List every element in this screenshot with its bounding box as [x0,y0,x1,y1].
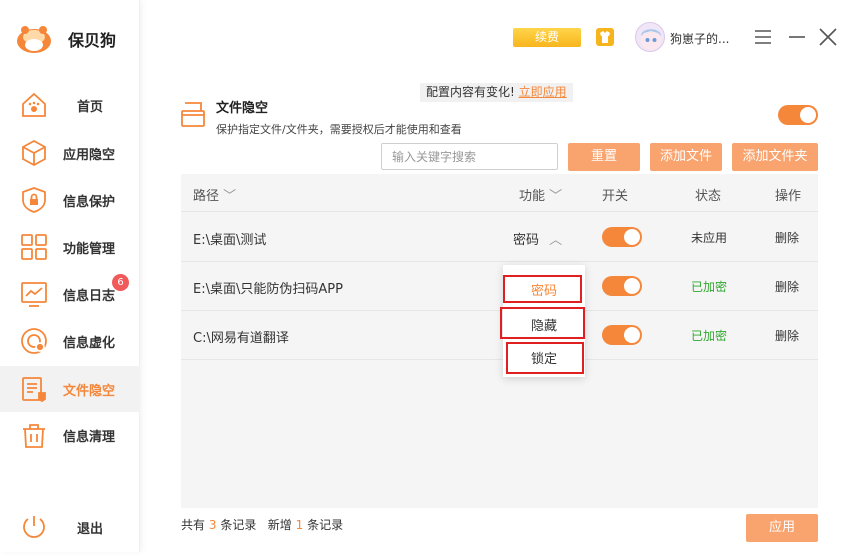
sidebar-item-app-hide[interactable]: 应用隐空 [0,130,140,176]
function-select[interactable]: 密码 ︿ [513,229,562,248]
paw-house-icon [22,92,46,117]
app-logo: 保贝狗 [16,24,116,54]
row-switch[interactable] [602,227,642,247]
header-function-label: 功能 [519,189,546,204]
folder-stack-icon [181,102,205,127]
new-suffix: 条记录 [307,518,344,532]
status-label: 未应用 [691,231,728,245]
header-function[interactable]: 功能 ﹀ [519,185,562,204]
app-name: 保贝狗 [68,31,117,50]
sidebar-item-home[interactable]: 首页 [0,82,140,128]
minimize-icon[interactable] [787,28,807,46]
sidebar-item-info-blur[interactable]: 信息虚化 [0,318,140,364]
header-status: 状态 [695,189,722,204]
status-label: 已加密 [691,329,728,343]
sidebar-item-file-hide[interactable]: 文件隐空 [0,366,140,412]
shield-lock-icon [22,187,46,213]
row-path: C:\网易有道翻译 [193,331,289,346]
total-count: 3 [208,518,217,532]
chevron-down-icon: ﹀ [223,189,237,204]
row-switch[interactable] [602,325,642,345]
power-icon [23,516,45,538]
row-switch[interactable] [602,276,642,296]
sidebar-item-label: 信息虚化 [63,336,116,351]
logout-label: 退出 [77,522,104,537]
notice-text: 配置内容有变化! [426,85,515,99]
record-stats: 共有 3 条记录 新增 1 条记录 [181,516,343,533]
config-changed-notice: 配置内容有变化! 立即应用 [420,83,573,102]
header-action: 操作 [775,189,802,204]
delete-link[interactable]: 删除 [775,278,799,295]
logout-button[interactable]: 退出 [0,504,140,550]
apply-button[interactable]: 应用 [746,514,818,542]
function-value: 密码 [513,233,540,248]
grid-icon [21,234,47,260]
new-count: 1 [295,518,304,532]
section-title: 文件隐空 [216,101,269,116]
sidebar-item-label: 功能管理 [63,242,116,257]
section-description: 保护指定文件/文件夹，需要授权后才能使用和查看 [216,123,462,136]
file-hide-master-toggle[interactable] [778,105,818,125]
cube-icon [22,139,46,167]
sidebar-item-label: 文件隐空 [63,384,116,399]
close-icon[interactable] [818,28,838,46]
delete-link[interactable]: 删除 [775,327,799,344]
status-label: 已加密 [691,280,728,294]
row-path: E:\桌面\只能防伪扫码APP [193,282,343,297]
vip-shirt-icon[interactable] [595,27,615,47]
sidebar-item-info-clean[interactable]: 信息清理 [0,412,140,458]
chevron-up-icon: ︿ [549,233,563,248]
header-path-label: 路径 [193,189,220,204]
header-path[interactable]: 路径 ﹀ [193,185,236,204]
table-row: E:\桌面\测试 密码 ︿ 未应用 删除 [181,213,818,262]
highlight-box [506,342,584,374]
sidebar-item-info-protect[interactable]: 信息保护 [0,177,140,223]
add-folder-button[interactable]: 添加文件夹 [732,143,818,171]
sidebar-item-label: 信息清理 [63,430,116,445]
file-stack-icon [22,377,46,403]
new-prefix: 新增 [267,518,292,532]
disc-icon [21,328,47,354]
dog-logo-icon [17,26,51,53]
file-table: 路径 ﹀ 功能 ﹀ 开关 状态 操作 E:\桌面\测试 密码 ︿ 未应用 删除 … [181,174,818,508]
add-file-button[interactable]: 添加文件 [650,143,722,171]
sidebar-item-label: 信息保护 [63,195,116,210]
total-suffix: 条记录 [220,518,257,532]
chart-monitor-icon [21,282,47,307]
table-header: 路径 ﹀ 功能 ﹀ 开关 状态 操作 [181,174,818,212]
sidebar-item-function-manage[interactable]: 功能管理 [0,224,140,270]
search-input[interactable] [381,143,558,170]
table-row: E:\桌面\只能防伪扫码APP 已加密 删除 [181,262,818,311]
avatar[interactable] [635,22,665,52]
renew-button[interactable]: 续费 [513,28,581,47]
highlight-box [500,307,585,339]
avatar-image [641,29,661,50]
sidebar: 保贝狗 首页 应用隐空 信息保护 功能管理 信息日志 6 信息虚化 文件隐空 信… [0,0,140,552]
username[interactable]: 狗崽子的... [670,30,729,47]
sidebar-item-label: 首页 [77,100,104,115]
header-switch: 开关 [602,189,629,204]
sidebar-item-label: 信息日志 [63,289,116,304]
sidebar-item-label: 应用隐空 [63,148,116,163]
row-path: E:\桌面\测试 [193,233,267,248]
apply-now-link[interactable]: 立即应用 [519,85,567,99]
app-window: 保贝狗 首页 应用隐空 信息保护 功能管理 信息日志 6 信息虚化 文件隐空 信… [0,0,861,560]
reset-button[interactable]: 重置 [568,143,640,171]
trash-icon [23,424,45,448]
chevron-down-icon: ﹀ [549,189,563,204]
highlight-box [503,275,582,303]
sidebar-item-info-log[interactable]: 信息日志 6 [0,271,140,317]
total-prefix: 共有 [181,518,206,532]
menu-icon[interactable] [753,28,773,46]
delete-link[interactable]: 删除 [775,229,799,246]
notification-badge: 6 [112,274,129,291]
